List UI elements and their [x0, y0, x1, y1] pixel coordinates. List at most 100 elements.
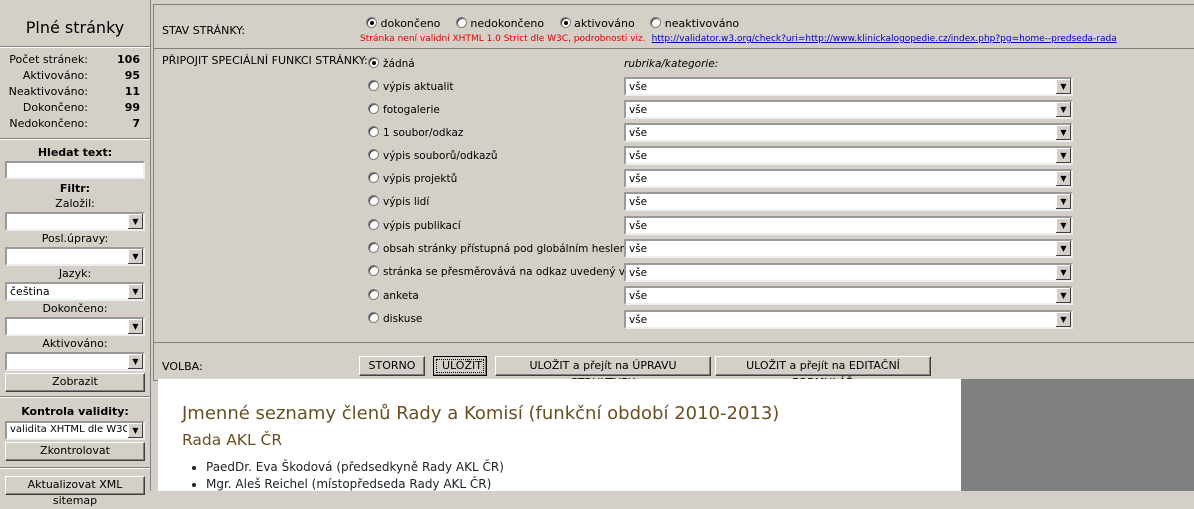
chevron-down-icon[interactable]: ▼	[1056, 125, 1071, 140]
chevron-down-icon[interactable]: ▼	[1056, 288, 1071, 303]
chevron-down-icon[interactable]: ▼	[127, 319, 143, 334]
function-option-password[interactable]: obsah stránky přístupná pod globálním he…	[368, 242, 630, 262]
chevron-down-icon[interactable]: ▼	[1056, 194, 1071, 209]
radio-icon[interactable]	[368, 289, 379, 300]
select-value: vše	[629, 196, 648, 208]
stat-row: Aktivováno: 95	[0, 68, 150, 84]
category-select-publications[interactable]: vše ▼	[624, 216, 1073, 235]
search-label: Hledat text:	[37, 146, 113, 159]
select-value: vše	[629, 150, 648, 162]
function-option-discussion[interactable]: diskuse	[368, 312, 422, 332]
search-filter-panel: Hledat text: Filtr: Založil: ▼ Posl.úpra…	[0, 145, 150, 392]
radio-icon[interactable]	[368, 242, 379, 253]
radio-icon[interactable]	[368, 195, 379, 206]
radio-icon[interactable]	[455, 17, 467, 28]
function-option-files-list[interactable]: výpis souborů/odkazů	[368, 149, 498, 169]
stat-value: 106	[117, 53, 140, 66]
radio-icon[interactable]	[368, 312, 379, 323]
stats-panel: Počet stránek: 106 Aktivováno: 95 Neaktivo…	[0, 52, 150, 132]
radio-icon[interactable]	[368, 219, 379, 230]
function-option-publications[interactable]: výpis publikací	[368, 219, 461, 239]
option-label: stránka se přesměrovává na odkaz uvedený…	[383, 266, 643, 278]
category-select-discussion[interactable]: vše ▼	[624, 310, 1073, 329]
chevron-down-icon[interactable]: ▼	[1056, 102, 1071, 117]
radio-icon[interactable]	[559, 17, 571, 28]
validity-select[interactable]: validita XHTML dle W3C ▼	[5, 421, 145, 440]
radio-icon[interactable]	[366, 17, 377, 28]
list-item: PaedDr. Eva Škodová (předsedkyně Rady AK…	[206, 459, 504, 476]
stav-option-not-done[interactable]: nedokončeno	[455, 17, 544, 30]
stat-value: 7	[132, 117, 140, 130]
divider	[0, 396, 150, 398]
cancel-button[interactable]: STORNO	[359, 356, 425, 376]
chevron-down-icon[interactable]: ▼	[127, 423, 143, 438]
stat-label: Dokončeno:	[22, 101, 88, 114]
filter-last-edit-select[interactable]: ▼	[5, 247, 145, 266]
save-edit-form-button[interactable]: ULOŽIT a přejít na EDITAČNÍ FORMULÁŘ	[715, 356, 931, 389]
filter-active-select[interactable]: ▼	[5, 352, 145, 371]
check-button[interactable]: Zkontrolovat	[5, 442, 145, 461]
radio-icon[interactable]	[368, 103, 379, 114]
radio-icon[interactable]	[368, 172, 379, 183]
function-option-none[interactable]: žádná	[368, 57, 415, 77]
function-option-news[interactable]: výpis aktualit	[368, 80, 454, 100]
sitemap-button[interactable]: Aktualizovat XML sitemap	[5, 476, 145, 507]
stav-option-done[interactable]: dokončeno	[366, 17, 440, 30]
function-option-redirect[interactable]: stránka se přesměrovává na odkaz uvedený…	[368, 265, 643, 285]
filter-done-select[interactable]: ▼	[5, 317, 145, 336]
chevron-down-icon[interactable]: ▼	[1056, 218, 1071, 233]
chevron-down-icon[interactable]: ▼	[127, 354, 143, 369]
save-button[interactable]: ULOŽIT	[433, 356, 487, 376]
filter-language-select[interactable]: čeština ▼	[5, 282, 145, 301]
filter-founder-label: Založil:	[55, 197, 95, 210]
radio-icon[interactable]	[368, 149, 379, 160]
category-select-people[interactable]: vše ▼	[624, 192, 1073, 211]
search-input[interactable]	[5, 161, 145, 179]
category-select-gallery[interactable]: vše ▼	[624, 100, 1073, 119]
preview-list: PaedDr. Eva Škodová (předsedkyně Rady AK…	[188, 459, 504, 493]
show-button[interactable]: Zobrazit	[5, 373, 145, 392]
option-label: neaktivováno	[664, 17, 740, 30]
radio-icon[interactable]	[368, 57, 379, 68]
option-label: 1 soubor/odkaz	[383, 127, 464, 139]
divider	[0, 138, 150, 140]
function-option-poll[interactable]: anketa	[368, 289, 419, 309]
stav-options: dokončeno nedokončeno aktivováno neaktiv…	[366, 17, 751, 30]
chevron-down-icon[interactable]: ▼	[1056, 79, 1071, 94]
category-select-files-list[interactable]: vše ▼	[624, 146, 1073, 165]
chevron-down-icon[interactable]: ▼	[1056, 312, 1071, 327]
chevron-down-icon[interactable]: ▼	[127, 214, 143, 229]
save-structure-button[interactable]: ULOŽIT a přejít na ÚPRAVU STRUKTURY	[495, 356, 711, 389]
functions-label: PŘIPOJIT SPECIÁLNÍ FUNKCI STRÁNKY:	[162, 54, 368, 67]
select-value: vše	[629, 314, 648, 326]
function-option-people[interactable]: výpis lidí	[368, 195, 429, 215]
radio-icon[interactable]	[650, 17, 662, 28]
option-label: diskuse	[383, 313, 423, 325]
radio-icon[interactable]	[368, 126, 379, 137]
category-select-poll[interactable]: vše ▼	[624, 286, 1073, 305]
function-option-gallery[interactable]: fotogalerie	[368, 103, 440, 123]
chevron-down-icon[interactable]: ▼	[1056, 148, 1071, 163]
category-select-redirect[interactable]: vše ▼	[624, 263, 1073, 282]
radio-icon[interactable]	[368, 80, 379, 91]
category-select-news[interactable]: vše ▼	[624, 77, 1073, 96]
stav-option-active[interactable]: aktivováno	[559, 17, 635, 30]
validity-warning: Stránka není validní XHTML 1.0 Strict dl…	[360, 34, 1117, 44]
option-label: výpis souborů/odkazů	[383, 150, 498, 162]
category-select-file[interactable]: vše ▼	[624, 123, 1073, 142]
chevron-down-icon[interactable]: ▼	[1056, 265, 1071, 280]
radio-icon[interactable]	[368, 265, 379, 276]
chevron-down-icon[interactable]: ▼	[127, 249, 143, 264]
chevron-down-icon[interactable]: ▼	[1056, 241, 1071, 256]
validator-link[interactable]: http://validator.w3.org/check?uri=http:/…	[652, 34, 1117, 44]
chevron-down-icon[interactable]: ▼	[1056, 171, 1071, 186]
chevron-down-icon[interactable]: ▼	[127, 284, 143, 299]
option-label: výpis publikací	[383, 220, 461, 232]
function-option-file[interactable]: 1 soubor/odkaz	[368, 126, 463, 146]
function-option-projects[interactable]: výpis projektů	[368, 172, 457, 192]
category-select-projects[interactable]: vše ▼	[624, 169, 1073, 188]
category-select-password[interactable]: vše ▼	[624, 239, 1073, 258]
filter-founder-select[interactable]: ▼	[5, 212, 145, 231]
sidebar: Plné stránky Počet stránek: 106 Aktivován…	[0, 0, 151, 507]
stav-option-inactive[interactable]: neaktivováno	[650, 17, 739, 30]
